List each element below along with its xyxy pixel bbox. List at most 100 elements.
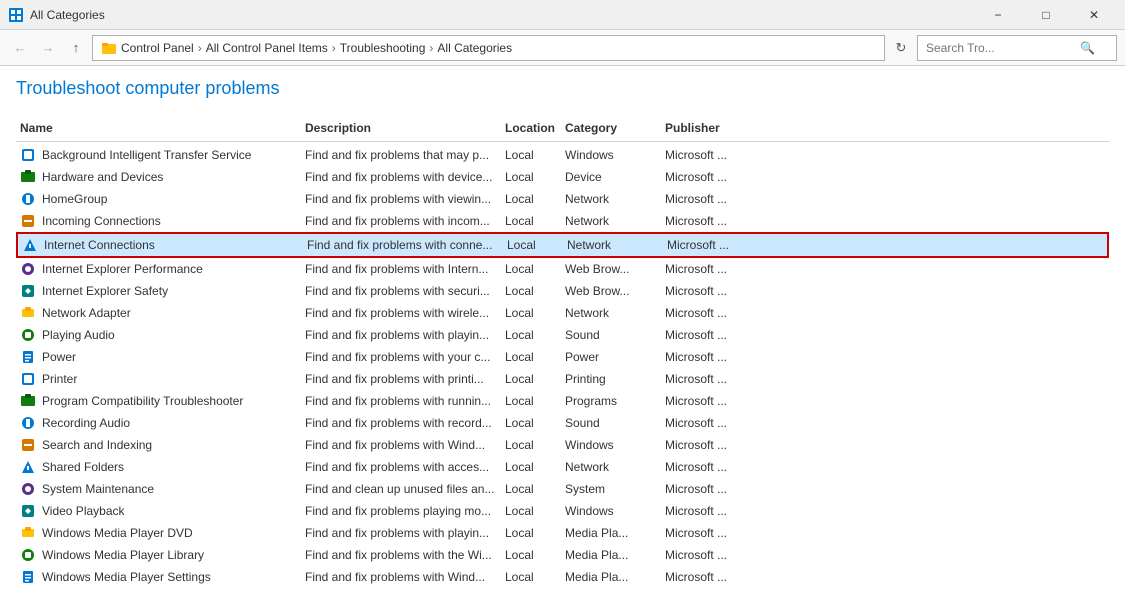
item-name: Windows Media Player Library [16, 545, 301, 565]
item-icon [20, 393, 36, 409]
item-category: Media Pla... [561, 568, 661, 586]
table-row[interactable]: Windows Media Player DVD Find and fix pr… [16, 522, 1109, 544]
address-path[interactable]: Control Panel › All Control Panel Items … [92, 35, 885, 61]
item-publisher: Microsoft ... [661, 370, 791, 388]
item-category: Web Brow... [561, 282, 661, 300]
item-category: Sound [561, 326, 661, 344]
table-row[interactable]: System Maintenance Find and clean up unu… [16, 478, 1109, 500]
table-row[interactable]: Internet Explorer Safety Find and fix pr… [16, 280, 1109, 302]
item-icon [20, 213, 36, 229]
item-location: Local [501, 568, 561, 586]
item-location: Local [501, 168, 561, 186]
close-button[interactable]: ✕ [1071, 0, 1117, 30]
item-publisher: Microsoft ... [661, 414, 791, 432]
table-row[interactable]: Shared Folders Find and fix problems wit… [16, 456, 1109, 478]
path-segment: Control Panel [121, 41, 194, 55]
item-icon [20, 305, 36, 321]
item-publisher: Microsoft ... [661, 546, 791, 564]
item-name: Windows Media Player DVD [16, 523, 301, 543]
item-category: Power [561, 348, 661, 366]
table-row[interactable]: Power Find and fix problems with your c.… [16, 346, 1109, 368]
item-publisher: Microsoft ... [661, 480, 791, 498]
item-location: Local [501, 282, 561, 300]
item-location: Local [501, 304, 561, 322]
item-description: Find and fix problems with printi... [301, 370, 501, 388]
item-description: Find and fix problems that may p... [301, 146, 501, 164]
search-box[interactable]: 🔍 [917, 35, 1117, 61]
table-row[interactable]: Background Intelligent Transfer Service … [16, 144, 1109, 166]
item-location: Local [501, 546, 561, 564]
item-category: Network [563, 236, 663, 254]
up-button[interactable]: ↑ [64, 36, 88, 60]
item-description: Find and fix problems with Wind... [301, 436, 501, 454]
item-description: Find and fix problems with runnin... [301, 392, 501, 410]
table-header: Name Description Location Category Publi… [16, 115, 1109, 142]
col-description: Description [301, 119, 501, 137]
item-icon [20, 371, 36, 387]
forward-button[interactable]: → [36, 36, 60, 60]
item-name: Video Playback [16, 501, 301, 521]
table-row[interactable]: Internet Explorer Performance Find and f… [16, 258, 1109, 280]
item-icon [20, 261, 36, 277]
item-description: Find and fix problems with record... [301, 414, 501, 432]
address-bar: ← → ↑ Control Panel › All Control Panel … [0, 30, 1125, 66]
item-publisher: Microsoft ... [661, 326, 791, 344]
item-category: Network [561, 212, 661, 230]
col-location: Location [501, 119, 561, 137]
item-location: Local [501, 190, 561, 208]
item-name: Power [16, 347, 301, 367]
item-description: Find and fix problems with viewin... [301, 190, 501, 208]
item-description: Find and clean up unused files an... [301, 480, 501, 498]
item-icon [20, 569, 36, 585]
item-icon [20, 283, 36, 299]
table-row[interactable]: Network Adapter Find and fix problems wi… [16, 302, 1109, 324]
table-row[interactable]: Playing Audio Find and fix problems with… [16, 324, 1109, 346]
table-row[interactable]: Search and Indexing Find and fix problem… [16, 434, 1109, 456]
item-publisher: Microsoft ... [661, 304, 791, 322]
back-button[interactable]: ← [8, 36, 32, 60]
item-name: Background Intelligent Transfer Service [16, 145, 301, 165]
item-category: Windows [561, 502, 661, 520]
item-location: Local [501, 524, 561, 542]
item-location: Local [501, 212, 561, 230]
item-category: Media Pla... [561, 546, 661, 564]
table-body: Background Intelligent Transfer Service … [16, 144, 1109, 591]
item-publisher: Microsoft ... [663, 236, 793, 254]
item-category: Printing [561, 370, 661, 388]
item-category: System [561, 480, 661, 498]
table-row[interactable]: Printer Find and fix problems with print… [16, 368, 1109, 390]
table-row[interactable]: Incoming Connections Find and fix proble… [16, 210, 1109, 232]
item-location: Local [501, 458, 561, 476]
table-row[interactable]: HomeGroup Find and fix problems with vie… [16, 188, 1109, 210]
item-icon [20, 169, 36, 185]
item-name: Printer [16, 369, 301, 389]
refresh-button[interactable]: ↻ [889, 36, 913, 60]
minimize-button[interactable]: − [975, 0, 1021, 30]
table-row[interactable]: Recording Audio Find and fix problems wi… [16, 412, 1109, 434]
item-location: Local [501, 348, 561, 366]
item-description: Find and fix problems with Wind... [301, 568, 501, 586]
table-row[interactable]: Windows Media Player Library Find and fi… [16, 544, 1109, 566]
item-icon [20, 349, 36, 365]
page-title: Troubleshoot computer problems [16, 78, 1109, 99]
item-publisher: Microsoft ... [661, 568, 791, 586]
item-category: Device [561, 168, 661, 186]
table-row[interactable]: Program Compatibility Troubleshooter Fin… [16, 390, 1109, 412]
item-publisher: Microsoft ... [661, 260, 791, 278]
table-row[interactable]: Hardware and Devices Find and fix proble… [16, 166, 1109, 188]
search-icon[interactable]: 🔍 [1080, 41, 1095, 55]
item-name: Internet Connections [18, 235, 303, 255]
item-icon [22, 237, 38, 253]
item-description: Find and fix problems playing mo... [301, 502, 501, 520]
item-icon [20, 547, 36, 563]
item-description: Find and fix problems with the Wi... [301, 546, 501, 564]
item-category: Network [561, 304, 661, 322]
search-input[interactable] [926, 41, 1076, 55]
table-row[interactable]: Windows Media Player Settings Find and f… [16, 566, 1109, 588]
item-description: Find and fix problems with playin... [301, 326, 501, 344]
item-icon [20, 327, 36, 343]
table-row[interactable]: Internet Connections Find and fix proble… [16, 232, 1109, 258]
maximize-button[interactable]: □ [1023, 0, 1069, 30]
table-row[interactable]: Video Playback Find and fix problems pla… [16, 500, 1109, 522]
item-name: Hardware and Devices [16, 167, 301, 187]
